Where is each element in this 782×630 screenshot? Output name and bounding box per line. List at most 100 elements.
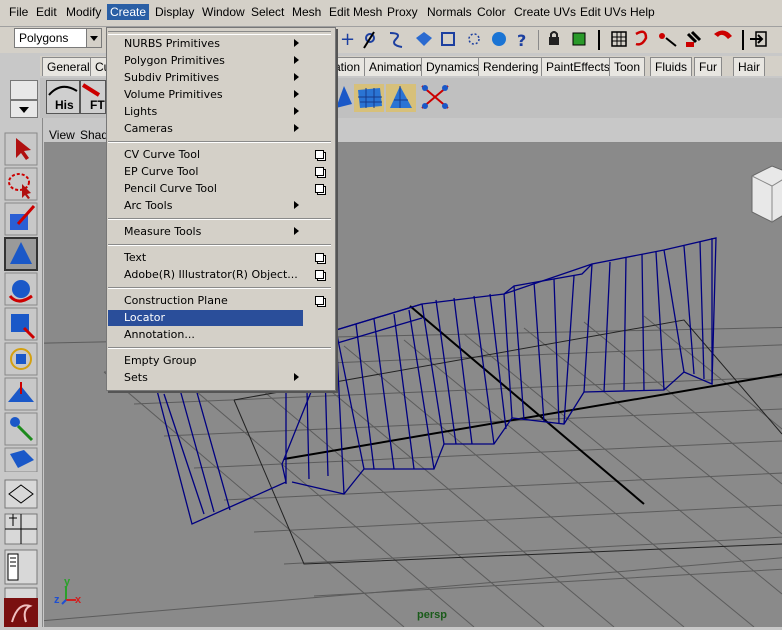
- select-tool-icon[interactable]: [4, 132, 38, 166]
- single-pane-layout-icon[interactable]: [4, 479, 38, 509]
- tab-rendering[interactable]: Rendering: [478, 57, 544, 76]
- menu-item-arc-tools[interactable]: Arc Tools: [124, 199, 172, 212]
- grid-plane-icon[interactable]: [354, 84, 384, 112]
- viewport-menu-shading[interactable]: Shad: [80, 128, 108, 142]
- menu-item-sets[interactable]: Sets: [124, 371, 148, 384]
- tab-dynamics[interactable]: Dynamics: [421, 57, 484, 76]
- menu-item-cv-curve-tool[interactable]: CV Curve Tool: [124, 148, 200, 161]
- magnet-icon[interactable]: [714, 30, 732, 39]
- menu-window[interactable]: Window: [202, 5, 245, 19]
- exit-icon[interactable]: [750, 31, 767, 47]
- pencil-tool-icon[interactable]: [336, 86, 352, 108]
- chevron-down-icon: [86, 29, 101, 47]
- menu-item-nurbs-primitives[interactable]: NURBS Primitives: [124, 37, 220, 50]
- menu-item-lights[interactable]: Lights: [124, 105, 157, 118]
- menu-modify[interactable]: Modify: [66, 5, 101, 19]
- menu-create-uvs[interactable]: Create UVs: [514, 5, 576, 19]
- submenu-arrow-icon: [294, 39, 303, 47]
- render-curve-icon[interactable]: [659, 33, 677, 47]
- axis-z-label: z: [54, 594, 60, 606]
- sphere-icon[interactable]: [492, 32, 506, 46]
- rotate-tool-icon[interactable]: [4, 272, 38, 306]
- lasso-tool-icon[interactable]: [4, 167, 38, 201]
- menu-separator: [108, 141, 331, 143]
- shelf-menu-arrow[interactable]: [10, 100, 38, 118]
- menu-item-volume-primitives[interactable]: Volume Primitives: [124, 88, 223, 101]
- tab-general[interactable]: General: [42, 57, 95, 76]
- split-edge-icon[interactable]: [421, 85, 449, 109]
- option-box-icon[interactable]: [315, 167, 326, 178]
- manipulator-tool-icon[interactable]: [4, 342, 38, 376]
- snap-live-icon[interactable]: [468, 33, 480, 45]
- maya-logo-icon: [11, 604, 33, 623]
- menu-select[interactable]: Select: [251, 5, 284, 19]
- view-cube-icon[interactable]: [751, 165, 782, 223]
- menu-item-construction-plane[interactable]: Construction Plane: [124, 294, 228, 307]
- menu-item-measure-tools[interactable]: Measure Tools: [124, 225, 201, 238]
- selection-icon[interactable]: [572, 32, 586, 46]
- menu-set-dropdown[interactable]: Polygons: [14, 28, 102, 48]
- menu-item-ep-curve-tool[interactable]: EP Curve Tool: [124, 165, 198, 178]
- tear-off-line[interactable]: [108, 31, 331, 35]
- snap-point-icon[interactable]: [389, 32, 403, 48]
- menu-item-annotation[interactable]: Annotation...: [124, 328, 195, 341]
- tab-painteffects[interactable]: PaintEffects: [541, 57, 615, 76]
- outliner-layout-icon[interactable]: [4, 549, 38, 585]
- menu-display[interactable]: Display: [155, 5, 194, 19]
- submenu-arrow-icon: [294, 107, 303, 115]
- move-tool-icon[interactable]: [4, 237, 38, 271]
- menu-color[interactable]: Color: [477, 5, 506, 19]
- render-settings-icon[interactable]: [686, 30, 702, 47]
- last-tool-icon[interactable]: [4, 447, 38, 472]
- menu-item-cameras[interactable]: Cameras: [124, 122, 173, 135]
- history-button[interactable]: His: [46, 80, 80, 114]
- menu-item-subdiv-primitives[interactable]: Subdiv Primitives: [124, 71, 219, 84]
- menu-create[interactable]: Create: [107, 4, 150, 20]
- menu-edit[interactable]: Edit: [36, 5, 57, 19]
- menu-separator: [108, 244, 331, 246]
- menu-edit-uvs[interactable]: Edit UVs: [580, 5, 627, 19]
- snap-curve-icon[interactable]: [363, 31, 375, 49]
- menu-item-empty-group[interactable]: Empty Group: [124, 354, 196, 367]
- tab-hair[interactable]: Hair: [733, 57, 766, 76]
- menu-normals[interactable]: Normals: [427, 5, 472, 19]
- snap-surface-icon[interactable]: [416, 32, 432, 46]
- tab-fluids[interactable]: Fluids: [650, 57, 693, 76]
- paint-select-icon[interactable]: [4, 202, 38, 236]
- help-icon[interactable]: ?: [517, 31, 526, 50]
- show-manipulator-icon[interactable]: [4, 412, 38, 446]
- submenu-arrow-icon: [294, 73, 303, 81]
- menu-mesh[interactable]: Mesh: [292, 5, 321, 19]
- plus-icon[interactable]: +: [340, 29, 355, 50]
- viewport-menu-view[interactable]: View: [49, 128, 75, 142]
- option-box-icon[interactable]: [315, 150, 326, 161]
- snap-view-icon[interactable]: [441, 32, 455, 46]
- tab-animation[interactable]: Animation: [364, 57, 428, 76]
- tab-toon[interactable]: Toon: [609, 57, 646, 76]
- menu-edit-mesh[interactable]: Edit Mesh: [329, 5, 382, 19]
- option-box-icon[interactable]: [315, 270, 326, 281]
- menu-item-text[interactable]: Text: [124, 251, 146, 264]
- menu-item-pencil-curve-tool[interactable]: Pencil Curve Tool: [124, 182, 217, 195]
- option-box-icon[interactable]: [315, 184, 326, 195]
- render-hair-icon[interactable]: [635, 30, 648, 46]
- tab-fur[interactable]: Fur: [694, 57, 722, 76]
- menu-proxy[interactable]: Proxy: [387, 5, 418, 19]
- option-box-icon[interactable]: [315, 253, 326, 264]
- freeze-transform-button[interactable]: FT: [80, 80, 106, 114]
- menu-item-locator[interactable]: Locator: [124, 311, 165, 324]
- menu-file[interactable]: File: [9, 5, 28, 19]
- menu-item-polygon-primitives[interactable]: Polygon Primitives: [124, 54, 225, 67]
- scale-tool-icon[interactable]: [4, 307, 38, 341]
- shelf-menu-button[interactable]: [10, 80, 38, 100]
- lock-icon[interactable]: [549, 31, 559, 45]
- option-box-icon[interactable]: [315, 296, 326, 307]
- shelf-tool-icons: [336, 84, 449, 112]
- four-pane-layout-icon[interactable]: [4, 513, 38, 545]
- menu-help[interactable]: Help: [630, 5, 655, 19]
- menu-item-illustrator-object[interactable]: Adobe(R) Illustrator(R) Object...: [124, 268, 298, 281]
- cone-grid-icon[interactable]: [386, 84, 416, 112]
- render-grid-icon[interactable]: [611, 31, 627, 47]
- menu-separator: [108, 347, 331, 349]
- soft-mod-icon[interactable]: [4, 377, 38, 411]
